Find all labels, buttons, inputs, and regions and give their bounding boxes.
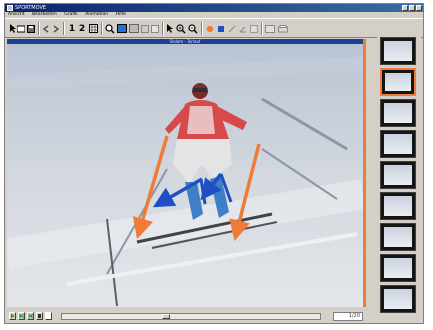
thumbnail-6[interactable] <box>380 192 416 220</box>
thumbnail-panel <box>377 32 421 322</box>
forward-icon[interactable] <box>52 23 60 34</box>
minimize-button[interactable] <box>402 5 408 11</box>
menu-grafik[interactable]: Grafik <box>64 12 78 17</box>
stop-icon[interactable] <box>36 312 43 320</box>
app-icon <box>7 5 13 11</box>
menu-hilfe[interactable]: Hilfe <box>116 12 126 17</box>
text-tool-icon[interactable] <box>249 23 258 34</box>
view-two-button[interactable]: 2 <box>78 23 86 34</box>
thumbnail-7[interactable] <box>380 223 416 251</box>
video-viewer[interactable]: Slalom - Torlauf <box>7 39 363 307</box>
print-icon[interactable] <box>278 23 288 34</box>
thumbnail-4[interactable] <box>380 130 416 158</box>
pointer-tool-icon[interactable] <box>8 23 16 34</box>
menu-animation[interactable]: Animation <box>85 12 108 17</box>
viewer-edge-scrollbar[interactable] <box>363 39 366 307</box>
draw-angle-icon[interactable] <box>238 23 247 34</box>
thumbnail-8[interactable] <box>380 254 416 282</box>
toolbar: 1 2 <box>5 18 423 38</box>
draw-line-icon[interactable] <box>227 23 236 34</box>
loop-icon[interactable] <box>45 312 52 320</box>
blue-marker-icon[interactable] <box>216 23 225 34</box>
playback-bar: 1/20 <box>5 307 371 323</box>
step-forward-icon[interactable] <box>18 312 25 320</box>
film-icon[interactable] <box>129 23 139 34</box>
timeline-scroll-thumb[interactable] <box>162 314 170 319</box>
open-file-icon[interactable] <box>17 23 25 34</box>
image-view-icon[interactable] <box>117 23 127 34</box>
menu-ansicht[interactable]: Ansicht <box>8 12 25 17</box>
thumbnail-2[interactable] <box>380 68 416 96</box>
settings-icon[interactable] <box>141 23 149 34</box>
zoom-icon[interactable] <box>105 23 115 34</box>
back-icon[interactable] <box>42 23 50 34</box>
frame-counter-field[interactable]: 1/20 <box>333 312 363 321</box>
maximize-button[interactable] <box>409 5 415 11</box>
zoom-in-icon[interactable] <box>176 23 186 34</box>
title-bar[interactable]: SPORTMOVE <box>5 4 423 12</box>
thumbnail-5[interactable] <box>380 161 416 189</box>
thumbnail-9[interactable] <box>380 285 416 313</box>
window-icon[interactable] <box>151 23 159 34</box>
thumbnail-3[interactable] <box>380 99 416 127</box>
menu-bearbeiten[interactable]: Bearbeiten <box>32 12 57 17</box>
export-icon[interactable] <box>265 23 275 34</box>
zoom-out-icon[interactable] <box>188 23 198 34</box>
play-icon[interactable] <box>9 312 16 320</box>
timeline-scrollbar[interactable] <box>61 313 321 320</box>
window-title: SPORTMOVE <box>15 5 47 11</box>
step-back-icon[interactable] <box>27 312 34 320</box>
save-icon[interactable] <box>27 23 35 34</box>
orange-marker-icon[interactable] <box>205 23 214 34</box>
arrow-tool-icon[interactable] <box>165 23 174 34</box>
app-window: SPORTMOVE Ansicht Bearbeiten Grafik Anim… <box>4 3 424 324</box>
view-one-button[interactable]: 1 <box>68 23 76 34</box>
close-button[interactable] <box>416 5 422 11</box>
grid-icon[interactable] <box>88 23 98 34</box>
skier-frame <box>7 44 363 307</box>
thumbnail-1[interactable] <box>380 37 416 65</box>
